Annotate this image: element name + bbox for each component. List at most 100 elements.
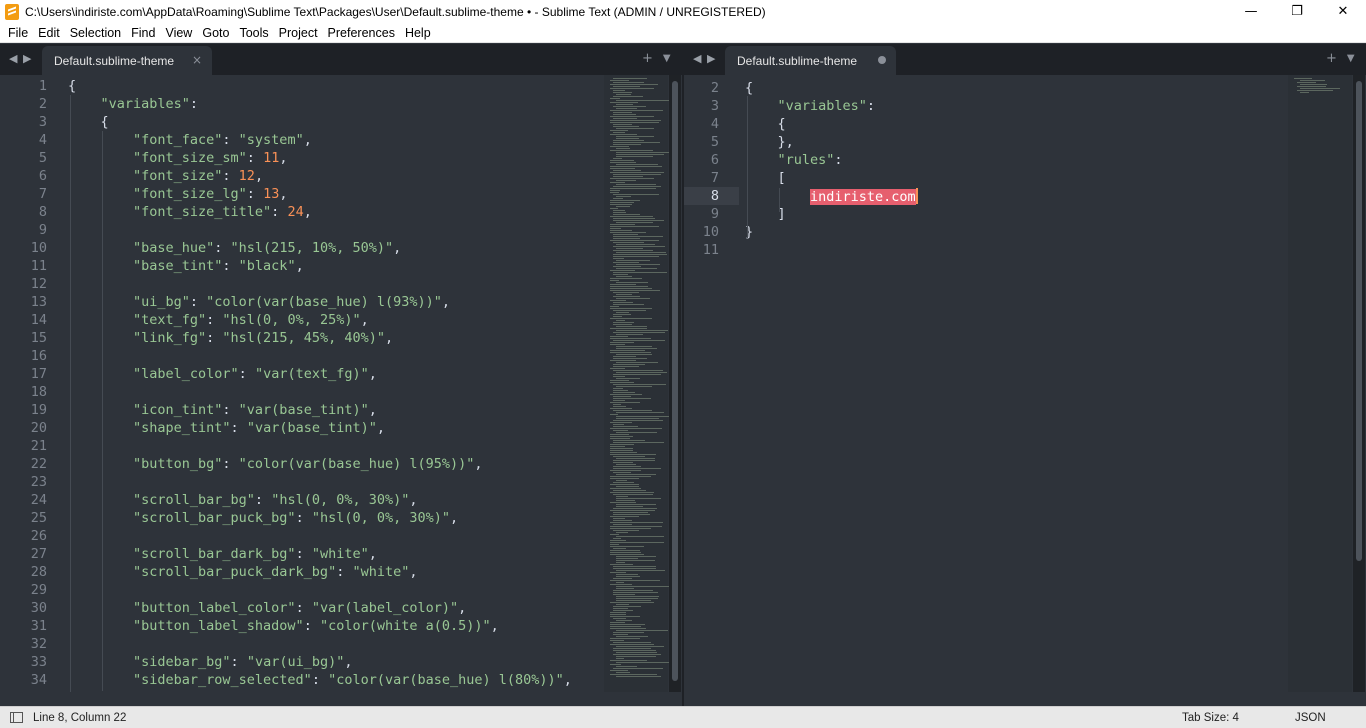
menu-file[interactable]: File — [3, 26, 33, 40]
minimap-line — [610, 208, 619, 209]
code-line[interactable]: "ui_bg": "color(var(base_hue) l(93%))", — [133, 294, 450, 310]
code-line[interactable]: "scroll_bar_puck_dark_bg": "white", — [133, 564, 418, 580]
minimap-line — [613, 82, 645, 83]
punctuation-token: : — [222, 258, 239, 274]
left-editor-pane[interactable]: 1 2 3 4 5 6 7 8 9 10 11 12 13 14 15 16 17 18 19 20 21 22 23 24 2… — [0, 75, 682, 692]
minimize-button[interactable]: — — [1228, 0, 1274, 23]
minimap-line — [616, 294, 633, 295]
minimap-line — [613, 158, 623, 159]
code-line[interactable]: { — [745, 80, 753, 96]
minimap-line — [610, 616, 641, 617]
code-line[interactable]: "font_face": "system", — [133, 132, 312, 148]
code-line[interactable]: "label_color": "var(text_fg)", — [133, 366, 377, 382]
unsaved-dot-icon[interactable] — [878, 56, 886, 64]
left-minimap[interactable] — [604, 75, 670, 692]
maximize-button[interactable]: ❐ — [1274, 0, 1320, 23]
code-line[interactable]: indiriste.com — [810, 188, 918, 205]
menu-goto[interactable]: Goto — [197, 26, 234, 40]
close-button[interactable]: ✕ — [1320, 0, 1366, 23]
menu-edit[interactable]: Edit — [33, 26, 65, 40]
menu-view[interactable]: View — [160, 26, 197, 40]
minimap-line — [610, 484, 639, 485]
line-number: 10 — [30, 240, 47, 256]
code-line[interactable]: { — [778, 116, 786, 132]
menu-tools[interactable]: Tools — [234, 26, 273, 40]
minimap-line — [613, 186, 661, 187]
minimap-line — [610, 360, 636, 361]
minimap-line — [613, 366, 639, 367]
code-line[interactable]: { — [68, 78, 76, 94]
number-token: 11 — [263, 150, 280, 166]
menu-selection[interactable]: Selection — [65, 26, 126, 40]
minimap-line — [610, 492, 655, 493]
code-line[interactable]: "sidebar_row_selected": "color(var(base_… — [133, 672, 572, 688]
code-line[interactable]: "scroll_bar_dark_bg": "white", — [133, 546, 377, 562]
code-line[interactable]: "variables": — [101, 96, 199, 112]
minimap-line — [613, 296, 641, 297]
right-vertical-scrollbar[interactable] — [1353, 75, 1365, 692]
code-line[interactable]: "icon_tint": "var(base_tint)", — [133, 402, 377, 418]
code-line[interactable]: [ — [778, 170, 786, 186]
code-line[interactable]: "link_fg": "hsl(215, 45%, 40%)", — [133, 330, 393, 346]
code-line[interactable]: "button_bg": "color(var(base_hue) l(95%)… — [133, 456, 483, 472]
code-line[interactable]: { — [101, 114, 109, 130]
left-vertical-scroll-thumb[interactable] — [672, 81, 678, 681]
code-line[interactable]: "base_hue": "hsl(215, 10%, 50%)", — [133, 240, 401, 256]
tab-menu-icon[interactable]: ▼ — [663, 51, 671, 66]
line-number: 27 — [30, 546, 47, 562]
menu-project[interactable]: Project — [274, 26, 323, 40]
code-line[interactable]: "variables": — [778, 98, 876, 114]
tab-default-sublime-theme-left[interactable]: Default.sublime-theme × — [42, 46, 212, 75]
sidebar-toggle-icon[interactable] — [10, 712, 23, 723]
code-line[interactable]: "shape_tint": "var(base_tint)", — [133, 420, 385, 436]
tab-size-indicator[interactable]: Tab Size: 4 — [1182, 712, 1239, 724]
code-line[interactable]: "base_tint": "black", — [133, 258, 304, 274]
right-tab-strip: ◀ ▶ Default.sublime-theme + ▼ — [684, 44, 1366, 75]
code-line[interactable]: "button_label_color": "var(label_color)"… — [133, 600, 466, 616]
punctuation-token: { — [100, 114, 109, 130]
minimap-line — [613, 606, 642, 607]
tab-menu-icon[interactable]: ▼ — [1347, 51, 1355, 66]
code-line[interactable]: }, — [778, 134, 794, 150]
string-token: "scroll_bar_puck_bg" — [133, 510, 296, 526]
code-line[interactable]: "sidebar_bg": "var(ui_bg)", — [133, 654, 353, 670]
line-number: 32 — [30, 636, 47, 652]
new-tab-icon[interactable]: + — [1326, 51, 1337, 66]
tab-prev-icon[interactable]: ◀ — [9, 52, 17, 65]
minimap-line — [613, 310, 647, 311]
menu-preferences[interactable]: Preferences — [323, 26, 400, 40]
minimap-line — [613, 608, 628, 609]
minimap-line — [610, 380, 630, 381]
minimap-line — [613, 472, 632, 473]
code-line[interactable]: "scroll_bar_puck_bg": "hsl(0, 0%, 30%)", — [133, 510, 458, 526]
menu-help[interactable]: Help — [400, 26, 436, 40]
string-token: "sidebar_row_selected" — [133, 672, 312, 688]
minimap-line — [610, 550, 640, 551]
right-editor-pane[interactable]: 2 3 4 5 6 7 8 9 10 11 {"variables": {}, "rules": [in… — [684, 75, 1366, 692]
new-tab-icon[interactable]: + — [642, 51, 653, 66]
minimap-line — [613, 272, 667, 273]
left-vertical-scrollbar[interactable] — [669, 75, 681, 692]
syntax-indicator[interactable]: JSON — [1295, 712, 1326, 724]
tab-next-icon[interactable]: ▶ — [23, 52, 31, 65]
code-line[interactable]: "font_size": 12, — [133, 168, 263, 184]
right-minimap[interactable] — [1288, 75, 1352, 692]
tab-close-icon[interactable]: × — [192, 53, 202, 67]
tab-default-sublime-theme-right[interactable]: Default.sublime-theme — [725, 46, 896, 75]
tab-prev-icon[interactable]: ◀ — [693, 52, 701, 65]
tab-next-icon[interactable]: ▶ — [707, 52, 715, 65]
punctuation-token: , — [393, 240, 402, 256]
minimap-line — [613, 410, 652, 411]
minimap-line — [610, 670, 628, 671]
right-vertical-scroll-thumb[interactable] — [1356, 81, 1362, 561]
minimap-line — [613, 514, 650, 515]
menu-find[interactable]: Find — [126, 26, 160, 40]
code-line[interactable]: "font_size_lg": 13, — [133, 186, 287, 202]
code-line[interactable]: "text_fg": "hsl(0, 0%, 25%)", — [133, 312, 369, 328]
minimap-line — [610, 546, 645, 547]
code-line[interactable]: "rules": — [778, 152, 843, 168]
code-line[interactable]: "button_label_shadow": "color(white a(0.… — [133, 618, 499, 634]
code-line[interactable]: "font_size_sm": 11, — [133, 150, 287, 166]
code-line[interactable]: "scroll_bar_bg": "hsl(0, 0%, 30%)", — [133, 492, 418, 508]
code-line[interactable]: "font_size_title": 24, — [133, 204, 312, 220]
